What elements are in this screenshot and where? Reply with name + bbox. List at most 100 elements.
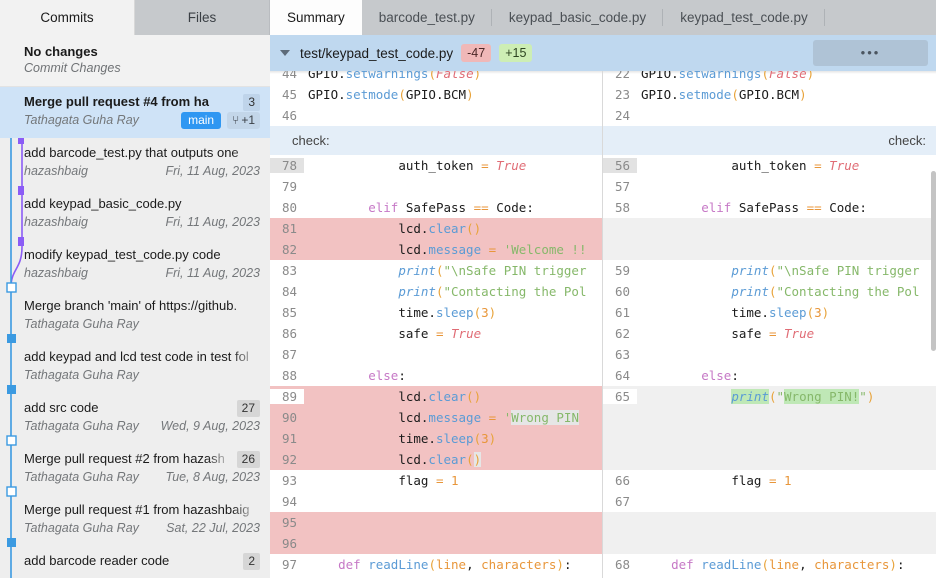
- diff-line[interactable]: 57: [603, 176, 936, 197]
- diff-line[interactable]: 95: [270, 512, 602, 533]
- line-number: 91: [270, 431, 304, 446]
- diff-line[interactable]: 22 GPIO.setwarnings(False): [603, 71, 936, 84]
- diff-line[interactable]: [603, 239, 936, 260]
- diff-line[interactable]: 97 def readLine(line, characters):: [270, 554, 602, 575]
- diff-line[interactable]: 44 GPIO.setwarnings(False): [270, 71, 602, 84]
- diff-line[interactable]: 83 print("\nSafe PIN trigger: [270, 260, 602, 281]
- line-number: 23: [614, 87, 630, 102]
- commit-row[interactable]: modify keypad_test_code.py code hazashbai…: [0, 240, 270, 291]
- commit-message: Merge branch 'main' of https://github.: [24, 298, 238, 313]
- diff-line[interactable]: 87: [270, 344, 602, 365]
- diff-line[interactable]: 81 lcd.clear(): [270, 218, 602, 239]
- diff-line[interactable]: 78 auth_token = True: [270, 155, 602, 176]
- diff-line-code: safe = True: [731, 326, 815, 341]
- line-number: 93: [281, 473, 297, 488]
- diff-line[interactable]: 65 print("Wrong PIN!"): [603, 386, 936, 407]
- diff-line[interactable]: 82 lcd.message = 'Welcome !!: [270, 239, 602, 260]
- commit-author: Tathagata Guha Ray: [24, 419, 139, 433]
- diff-line-code: lcd.message = 'Welcome !!: [398, 242, 587, 257]
- diff-scrollbar-thumb[interactable]: [931, 171, 936, 351]
- commit-row[interactable]: add keypad_basic_code.py hazashbaig Fri, 1…: [0, 189, 270, 240]
- diff-line[interactable]: 24: [603, 105, 936, 126]
- tab-barcode-test-py[interactable]: barcode_test.py: [362, 0, 492, 35]
- diff-line[interactable]: 62 safe = True: [603, 323, 936, 344]
- more-options-button[interactable]: •••: [813, 40, 928, 66]
- commit-row[interactable]: add barcode_test.py that outputs one haza…: [0, 138, 270, 189]
- diff-scrollbar[interactable]: [931, 71, 936, 578]
- commit-row[interactable]: Merge pull request #4 from ha 3 Tathagata …: [0, 87, 270, 138]
- commit-file-count-badge: 2: [243, 553, 260, 570]
- line-number: 95: [270, 515, 304, 530]
- diff-line[interactable]: 45 GPIO.setmode(GPIO.BCM): [270, 84, 602, 105]
- commit-date: Fri, 11 Aug, 2023: [165, 266, 260, 280]
- diff-line[interactable]: 23 GPIO.setmode(GPIO.BCM): [603, 84, 936, 105]
- commit-row[interactable]: Merge pull request #2 from hazash 26 Tatha…: [0, 444, 270, 495]
- diff-line-code: lcd.clear(): [398, 221, 482, 236]
- tab-keypad-test-code-py[interactable]: keypad_test_code.py: [663, 0, 825, 35]
- commit-message: add barcode reader code: [24, 553, 170, 568]
- diff-line-code: GPIO.setwarnings(False): [641, 71, 815, 81]
- commit-row[interactable]: add src code 27 Tathagata Guha Ray Wed, 9 A…: [0, 393, 270, 444]
- commit-message: Merge pull request #1 from hazashbaig: [24, 502, 250, 517]
- commit-row[interactable]: Merge branch 'main' of https://github. Ta…: [0, 291, 270, 342]
- file-header[interactable]: test/keypad_test_code.py -47 +15 •••: [270, 35, 936, 71]
- sidebar-tab-files[interactable]: Files: [135, 0, 270, 35]
- diff-line[interactable]: 66 flag = 1: [603, 470, 936, 491]
- diff-line[interactable]: 89 lcd.clear(): [270, 386, 602, 407]
- commit-list[interactable]: Merge pull request #4 from ha 3 Tathagata …: [0, 87, 270, 578]
- chevron-down-icon[interactable]: [280, 50, 290, 56]
- diff-line[interactable]: 79: [270, 176, 602, 197]
- diff-line[interactable]: [603, 533, 936, 554]
- diff-line[interactable]: 91 time.sleep(3): [270, 428, 602, 449]
- commit-row[interactable]: add barcode reader code 2: [0, 546, 270, 578]
- diff-line[interactable]: 93 flag = 1: [270, 470, 602, 491]
- sidebar: Commits Files No changes Commit Changes: [0, 0, 270, 578]
- diff-line-code: safe = True: [398, 326, 482, 341]
- diff-line[interactable]: 85 time.sleep(3): [270, 302, 602, 323]
- commit-file-count-badge: 27: [236, 400, 260, 417]
- tab-summary[interactable]: Summary: [270, 0, 362, 35]
- tab-keypad-basic-code-py[interactable]: keypad_basic_code.py: [492, 0, 664, 35]
- diff-line-code: time.sleep(3): [398, 305, 497, 320]
- diff-line[interactable]: 59 print("\nSafe PIN trigger: [603, 260, 936, 281]
- diff-line-code: time.sleep(3): [731, 305, 830, 320]
- diff-line[interactable]: 61 time.sleep(3): [603, 302, 936, 323]
- diff-line[interactable]: 86 safe = True: [270, 323, 602, 344]
- diff-line[interactable]: 90 lcd.message = 'Wrong PIN: [270, 407, 602, 428]
- diff-line-code: def readLine(line, characters):: [338, 557, 572, 572]
- diff-line-code: def readLine(line, characters):: [671, 557, 905, 572]
- extra-refs-badge: ⑂ +1: [227, 112, 260, 129]
- diff-line[interactable]: 63: [603, 344, 936, 365]
- diff-line-code: GPIO.setmode(GPIO.BCM): [308, 87, 474, 102]
- diff-line[interactable]: 46: [270, 105, 602, 126]
- diff-line[interactable]: 60 print("Contacting the Pol: [603, 281, 936, 302]
- diff-pane-old[interactable]: 44 GPIO.setwarnings(False) 45 GPIO.setmode(…: [270, 71, 603, 578]
- diff-line[interactable]: 58 elif SafePass == Code:: [603, 197, 936, 218]
- diff-line[interactable]: [603, 407, 936, 428]
- diff-line[interactable]: 68 def readLine(line, characters):: [603, 554, 936, 575]
- diff-line[interactable]: 56 auth_token = True: [603, 155, 936, 176]
- line-number: 60: [614, 284, 630, 299]
- no-changes-row[interactable]: No changes Commit Changes: [0, 35, 270, 87]
- diff-line-code: elif SafePass == Code:: [701, 200, 867, 215]
- commit-row[interactable]: add keypad and lcd test code in test fol…: [0, 342, 270, 393]
- diff-line[interactable]: 92 lcd.clear(): [270, 449, 602, 470]
- diff-pane-new[interactable]: 22 GPIO.setwarnings(False) 23 GPIO.setmode(…: [603, 71, 936, 578]
- diff-line[interactable]: 67: [603, 491, 936, 512]
- diff-line[interactable]: [603, 512, 936, 533]
- line-number: 88: [281, 368, 297, 383]
- diff-line[interactable]: [603, 428, 936, 449]
- diff-line[interactable]: [603, 218, 936, 239]
- diff-line[interactable]: 94: [270, 491, 602, 512]
- diff-line[interactable]: [603, 449, 936, 470]
- commit-row[interactable]: Merge pull request #1 from hazashbaig Tat…: [0, 495, 270, 546]
- diff-line-code: GPIO.setwarnings(False): [308, 71, 482, 81]
- diff-line[interactable]: 84 print("Contacting the Pol: [270, 281, 602, 302]
- diff-line[interactable]: 64 else:: [603, 365, 936, 386]
- diff-line[interactable]: 88 else:: [270, 365, 602, 386]
- file-tabbar: Summary barcode_test.py keypad_basic_code.…: [270, 0, 936, 35]
- diff-line[interactable]: 80 elif SafePass == Code:: [270, 197, 602, 218]
- diff-line[interactable]: 96: [270, 533, 602, 554]
- sidebar-tab-commits[interactable]: Commits: [0, 0, 135, 35]
- line-number: 56: [603, 158, 637, 173]
